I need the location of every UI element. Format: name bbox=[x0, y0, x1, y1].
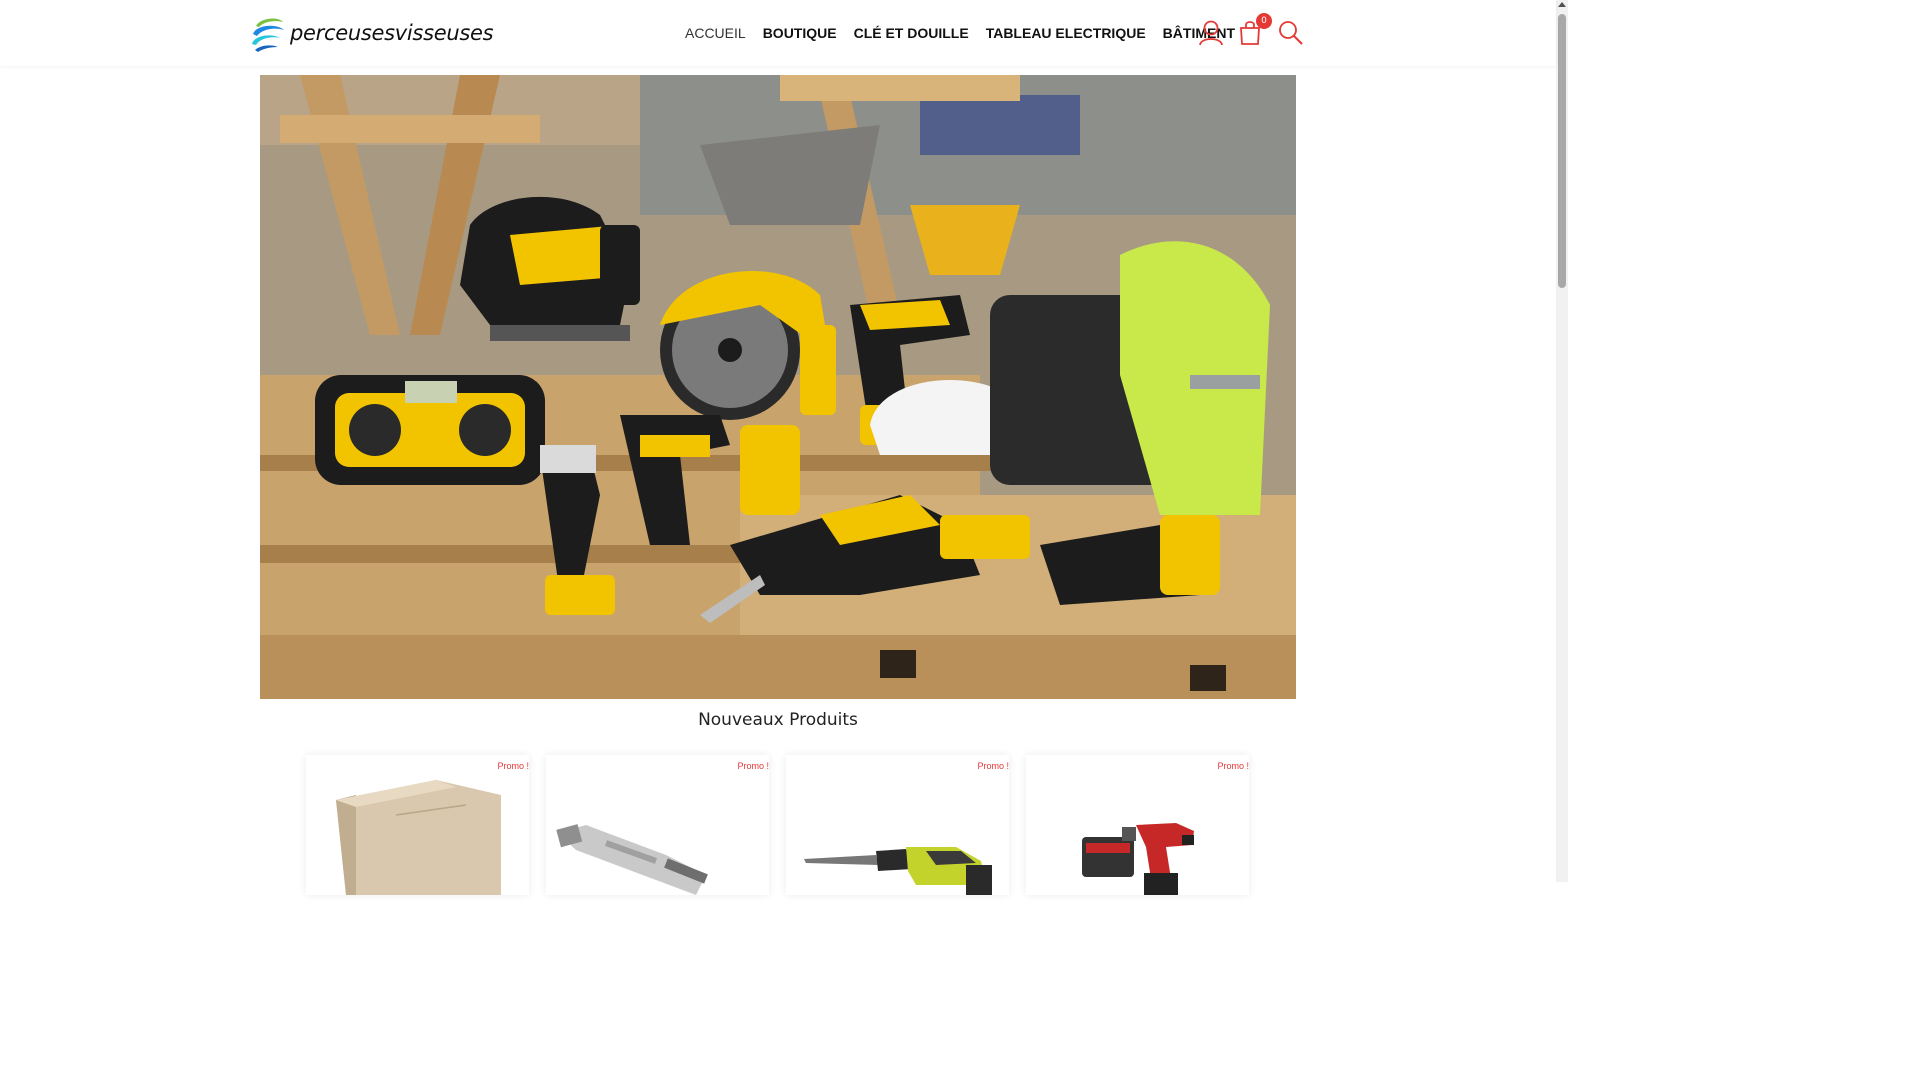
cart-count-badge: 0 bbox=[1256, 13, 1272, 29]
cart-button[interactable]: 0 bbox=[1238, 13, 1272, 46]
product-grid: Promo ! Promo ! Promo ! Promo ! bbox=[306, 755, 1256, 895]
hero-banner bbox=[260, 75, 1296, 699]
header-icons: 0 bbox=[1198, 13, 1304, 48]
product-drill-kit-image bbox=[1082, 823, 1194, 895]
site-logo[interactable]: perceusesvisseuses bbox=[250, 14, 494, 52]
scroll-up-arrow-icon[interactable] bbox=[1558, 2, 1566, 7]
logo-mark-icon bbox=[252, 18, 284, 52]
product-box-image bbox=[336, 780, 501, 895]
product-bit-holder-image bbox=[556, 824, 708, 895]
product-card[interactable]: Promo ! bbox=[1026, 755, 1249, 895]
brand-name: perceusesvisseuses bbox=[290, 21, 494, 45]
nav-item-boutique[interactable]: BOUTIQUE bbox=[763, 25, 837, 41]
product-reciprocating-saw-image bbox=[804, 847, 992, 895]
site-header: perceusesvisseuses ACCUEIL BOUTIQUE CLÉ … bbox=[0, 0, 1556, 66]
section-title: Nouveaux Produits bbox=[698, 710, 858, 730]
product-card[interactable]: Promo ! bbox=[546, 755, 769, 895]
main-navigation: ACCUEIL BOUTIQUE CLÉ ET DOUILLE TABLEAU … bbox=[685, 0, 1252, 66]
hero-power-tools-image bbox=[260, 75, 1296, 699]
nav-item-accueil[interactable]: ACCUEIL bbox=[685, 25, 746, 41]
search-icon[interactable] bbox=[1278, 20, 1304, 46]
nav-item-cle-et-douille[interactable]: CLÉ ET DOUILLE bbox=[854, 25, 969, 41]
product-card[interactable]: Promo ! bbox=[786, 755, 1009, 895]
scrollbar-thumb[interactable] bbox=[1558, 14, 1566, 288]
user-icon[interactable] bbox=[1198, 19, 1224, 47]
nav-item-tableau-electrique[interactable]: TABLEAU ELECTRIQUE bbox=[986, 25, 1146, 41]
page-scrollbar[interactable] bbox=[1556, 0, 1568, 882]
product-card[interactable]: Promo ! bbox=[306, 755, 529, 895]
